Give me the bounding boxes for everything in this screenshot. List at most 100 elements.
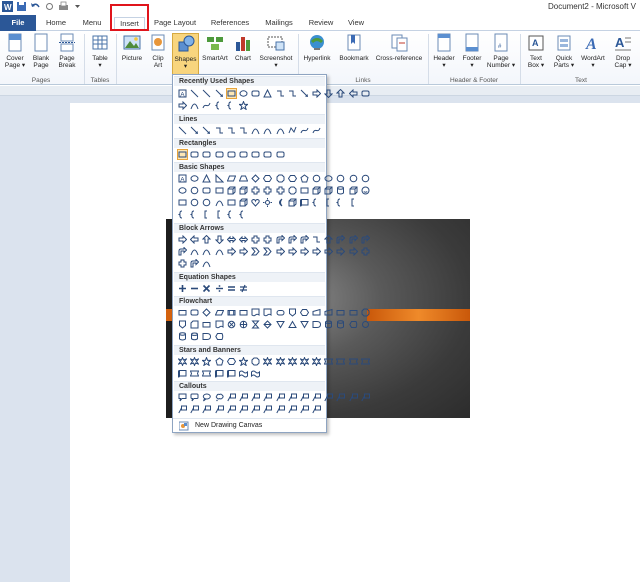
shape-star-icon[interactable]: [202, 357, 212, 366]
shape-proc-icon[interactable]: [239, 308, 248, 317]
clip-art-button[interactable]: Clip Art: [148, 33, 168, 69]
tab-page-layout[interactable]: Page Layout: [150, 17, 200, 31]
new-drawing-canvas-item[interactable]: New Drawing Canvas: [173, 418, 326, 432]
shape-rrect-icon[interactable]: [190, 308, 199, 317]
shape-callline-icon[interactable]: [300, 393, 309, 402]
shape-line-icon[interactable]: [190, 89, 199, 98]
shape-callcloud-icon[interactable]: [215, 393, 224, 402]
shape-callrect-icon[interactable]: [178, 393, 187, 402]
shape-elbow-icon[interactable]: [288, 89, 297, 98]
shape-octa-icon[interactable]: [361, 308, 370, 317]
shape-display-icon[interactable]: [214, 332, 224, 341]
shape-minus-icon[interactable]: [190, 284, 199, 293]
shape-callline-icon[interactable]: [275, 393, 285, 402]
print-icon[interactable]: [58, 1, 69, 12]
shape-oval-icon[interactable]: [324, 174, 333, 183]
shape-rect-icon[interactable]: [215, 186, 224, 195]
shape-callline-icon[interactable]: [178, 405, 187, 414]
shape-lrarr-icon[interactable]: [226, 235, 236, 244]
screenshot-button[interactable]: Screenshot ▾: [256, 33, 296, 69]
shape-callline-icon[interactable]: [312, 393, 322, 402]
header-button[interactable]: Header ▾: [430, 33, 458, 69]
shape-disk-icon[interactable]: [190, 332, 199, 341]
shape-cube-icon[interactable]: [239, 186, 248, 195]
shape-elbow-icon[interactable]: [239, 126, 248, 135]
shape-circ-icon[interactable]: [190, 186, 199, 195]
shape-line-icon[interactable]: [178, 126, 187, 135]
word-logo-icon[interactable]: W: [2, 1, 13, 12]
shape-rarr-icon[interactable]: [178, 235, 187, 244]
shape-scroll-icon[interactable]: [214, 369, 224, 378]
tab-review[interactable]: Review: [305, 17, 337, 31]
shape-cube-icon[interactable]: [239, 198, 248, 207]
shape-disk-icon[interactable]: [324, 320, 333, 329]
shape-smile-icon[interactable]: [361, 186, 370, 195]
shape-hex-icon[interactable]: [299, 308, 309, 317]
shape-callline-icon[interactable]: [214, 405, 224, 414]
shape-rrect-icon[interactable]: [202, 186, 211, 195]
shape-manual-icon[interactable]: [312, 308, 321, 317]
shape-card-icon[interactable]: [190, 320, 199, 329]
shape-callline-icon[interactable]: [239, 393, 248, 402]
shape-octa-icon[interactable]: [276, 174, 285, 183]
shape-rrect-icon[interactable]: [202, 150, 211, 159]
shapes-button[interactable]: Shapes ▾: [172, 33, 199, 75]
shape-curve-icon[interactable]: [215, 247, 224, 256]
shape-barr-icon[interactable]: [361, 235, 370, 244]
shape-hex-icon[interactable]: [226, 357, 236, 366]
shape-moon-icon[interactable]: [276, 198, 285, 207]
shape-cross-icon[interactable]: [178, 259, 187, 268]
shape-callline-icon[interactable]: [263, 393, 273, 402]
shape-callline-icon[interactable]: [202, 405, 212, 414]
shape-callline-icon[interactable]: [300, 405, 309, 414]
page-number-button[interactable]: # Page Number ▾: [486, 33, 516, 69]
shape-elbow-icon[interactable]: [227, 126, 236, 135]
shape-cube-icon[interactable]: [288, 198, 297, 207]
shape-circ-icon[interactable]: [202, 198, 211, 207]
shape-data-icon[interactable]: [214, 308, 224, 317]
shape-arrowline-icon[interactable]: [190, 126, 199, 135]
shape-curve-icon[interactable]: [215, 198, 224, 207]
shape-banner-icon[interactable]: [336, 357, 346, 366]
shape-offpage-icon[interactable]: [178, 320, 187, 329]
shape-elbow-icon[interactable]: [312, 235, 321, 244]
shape-scurve-icon[interactable]: [202, 101, 211, 110]
shape-star-icon[interactable]: [238, 101, 248, 110]
shape-circ-icon[interactable]: [349, 174, 358, 183]
shape-rrect-icon[interactable]: [227, 150, 236, 159]
shape-circ-icon[interactable]: [190, 198, 199, 207]
shape-rarr-icon[interactable]: [312, 89, 322, 98]
shape-brace-icon[interactable]: [312, 198, 321, 207]
shape-rarr-icon[interactable]: [336, 247, 346, 256]
shape-scroll-icon[interactable]: [299, 198, 309, 207]
shape-arrowline-icon[interactable]: [215, 89, 224, 98]
tab-mailings[interactable]: Mailings: [260, 17, 298, 31]
shape-chev-icon[interactable]: [251, 247, 260, 256]
shape-brace-icon[interactable]: [226, 101, 236, 110]
shape-circ-icon[interactable]: [312, 174, 321, 183]
shape-rarr-icon[interactable]: [227, 247, 236, 256]
shape-doc-icon[interactable]: [215, 320, 224, 329]
chart-button[interactable]: Chart: [232, 33, 254, 62]
shape-barr-icon[interactable]: [300, 235, 309, 244]
shape-barr-icon[interactable]: [349, 235, 358, 244]
shape-bracket-icon[interactable]: [349, 198, 358, 207]
shape-plus-icon[interactable]: [178, 284, 187, 293]
shape-callline-icon[interactable]: [312, 405, 322, 414]
shape-mult-icon[interactable]: [202, 284, 211, 293]
blank-page-button[interactable]: Blank Page: [30, 33, 52, 69]
shape-rtri-icon[interactable]: [215, 174, 224, 183]
shape-brace-icon[interactable]: [226, 210, 236, 219]
shape-callline-icon[interactable]: [227, 405, 236, 414]
shape-burst-icon[interactable]: [190, 357, 200, 366]
shape-curve-icon[interactable]: [190, 101, 199, 110]
shape-can-icon[interactable]: [336, 186, 345, 195]
shape-callline-icon[interactable]: [361, 393, 370, 402]
shape-banner-icon[interactable]: [360, 357, 370, 366]
shape-extract-icon[interactable]: [287, 320, 297, 329]
shape-arrowline-icon[interactable]: [300, 89, 309, 98]
shape-callline-icon[interactable]: [251, 393, 261, 402]
customize-qat-icon[interactable]: [72, 1, 83, 12]
shape-elbow-icon[interactable]: [276, 89, 285, 98]
shape-cross-icon[interactable]: [276, 186, 285, 195]
